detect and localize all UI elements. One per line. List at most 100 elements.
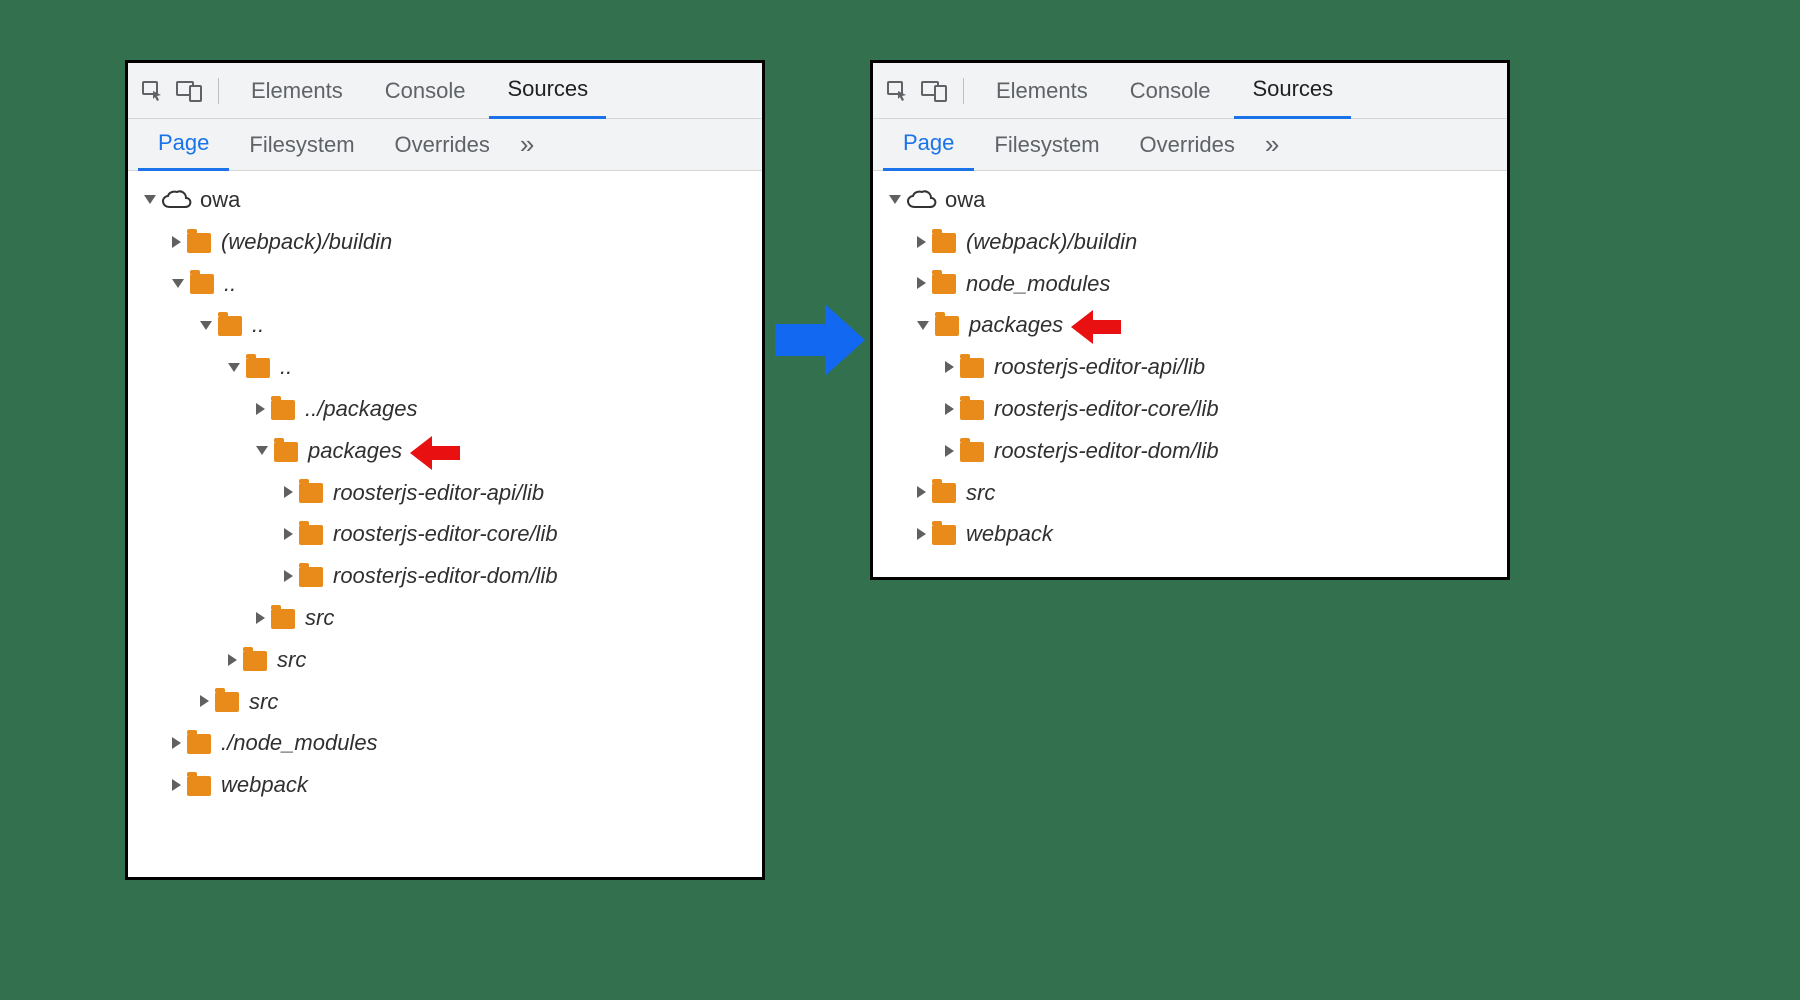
folder-icon — [932, 525, 956, 545]
tab-sources[interactable]: Sources — [489, 63, 606, 119]
tree-item[interactable]: webpack — [128, 764, 762, 806]
tab-sources[interactable]: Sources — [1234, 63, 1351, 119]
disclosure-right-icon[interactable] — [284, 528, 293, 540]
tree-item[interactable]: roosterjs-editor-api/lib — [128, 472, 762, 514]
tab-console[interactable]: Console — [367, 63, 484, 119]
subtab-overrides[interactable]: Overrides — [1120, 119, 1255, 171]
folder-icon — [299, 567, 323, 587]
disclosure-right-icon[interactable] — [284, 486, 293, 498]
folder-icon — [271, 609, 295, 629]
disclosure-right-icon[interactable] — [172, 779, 181, 791]
tree-item[interactable]: roosterjs-editor-dom/lib — [873, 430, 1507, 472]
more-tabs-icon[interactable]: » — [1255, 129, 1289, 160]
devtools-panel-after: Elements Console Sources Page Filesystem… — [870, 60, 1510, 580]
folder-icon — [299, 525, 323, 545]
disclosure-right-icon[interactable] — [228, 654, 237, 666]
disclosure-right-icon[interactable] — [172, 236, 181, 248]
inspect-icon[interactable] — [138, 76, 168, 106]
tree-root[interactable]: owa — [128, 179, 762, 221]
tree-item[interactable]: .. — [128, 263, 762, 305]
device-toggle-icon[interactable] — [174, 76, 204, 106]
device-toggle-icon[interactable] — [919, 76, 949, 106]
tree-item-label: packages — [308, 430, 402, 472]
tab-console[interactable]: Console — [1112, 63, 1229, 119]
tree-item[interactable]: (webpack)/buildin — [873, 221, 1507, 263]
folder-icon — [960, 442, 984, 462]
tree-item-label: ../packages — [305, 388, 418, 430]
tab-elements[interactable]: Elements — [978, 63, 1106, 119]
tree-item-label: roosterjs-editor-api/lib — [333, 472, 544, 514]
tree-item-label: roosterjs-editor-core/lib — [333, 513, 558, 555]
subtab-filesystem[interactable]: Filesystem — [974, 119, 1119, 171]
tree-item[interactable]: roosterjs-editor-core/lib — [128, 513, 762, 555]
disclosure-right-icon[interactable] — [172, 737, 181, 749]
subtab-filesystem[interactable]: Filesystem — [229, 119, 374, 171]
tree-item[interactable]: packages — [128, 430, 762, 472]
disclosure-right-icon[interactable] — [945, 361, 954, 373]
disclosure-down-icon[interactable] — [228, 363, 240, 372]
tree-item-label: src — [277, 639, 306, 681]
tree-item[interactable]: packages — [873, 304, 1507, 346]
tree-item[interactable]: webpack — [873, 513, 1507, 555]
folder-icon — [932, 483, 956, 503]
folder-icon — [218, 316, 242, 336]
disclosure-down-icon[interactable] — [889, 195, 901, 204]
tree-item[interactable]: node_modules — [873, 263, 1507, 305]
tree-item[interactable]: ../packages — [128, 388, 762, 430]
disclosure-down-icon[interactable] — [172, 279, 184, 288]
top-tabs-bar: Elements Console Sources — [128, 63, 762, 119]
cloud-icon — [907, 190, 937, 210]
folder-icon — [935, 316, 959, 336]
disclosure-right-icon[interactable] — [945, 445, 954, 457]
tree-item-label: roosterjs-editor-core/lib — [994, 388, 1219, 430]
disclosure-right-icon[interactable] — [945, 403, 954, 415]
more-tabs-icon[interactable]: » — [510, 129, 544, 160]
subtab-page[interactable]: Page — [138, 119, 229, 171]
tree-item-label: .. — [252, 304, 264, 346]
disclosure-right-icon[interactable] — [256, 612, 265, 624]
tab-elements[interactable]: Elements — [233, 63, 361, 119]
folder-icon — [246, 358, 270, 378]
disclosure-right-icon[interactable] — [200, 695, 209, 707]
tree-item[interactable]: src — [128, 681, 762, 723]
folder-icon — [299, 483, 323, 503]
tree-item[interactable]: .. — [128, 304, 762, 346]
tree-item-label: .. — [224, 263, 236, 305]
tree-item[interactable]: .. — [128, 346, 762, 388]
disclosure-right-icon[interactable] — [917, 528, 926, 540]
tree-item-label: (webpack)/buildin — [966, 221, 1137, 263]
tree-item[interactable]: (webpack)/buildin — [128, 221, 762, 263]
tree-root[interactable]: owa — [873, 179, 1507, 221]
disclosure-down-icon[interactable] — [917, 321, 929, 330]
disclosure-right-icon[interactable] — [917, 486, 926, 498]
disclosure-right-icon[interactable] — [284, 570, 293, 582]
tree-item-label: packages — [969, 304, 1063, 346]
inspect-icon[interactable] — [883, 76, 913, 106]
tree-item-label: (webpack)/buildin — [221, 221, 392, 263]
disclosure-down-icon[interactable] — [200, 321, 212, 330]
tree-item[interactable]: src — [873, 472, 1507, 514]
tree-item[interactable]: src — [128, 597, 762, 639]
folder-icon — [932, 274, 956, 294]
subtab-page[interactable]: Page — [883, 119, 974, 171]
disclosure-right-icon[interactable] — [917, 236, 926, 248]
tree-item-label: roosterjs-editor-dom/lib — [994, 430, 1219, 472]
subtab-overrides[interactable]: Overrides — [375, 119, 510, 171]
tree-item[interactable]: roosterjs-editor-dom/lib — [128, 555, 762, 597]
tree-item[interactable]: roosterjs-editor-api/lib — [873, 346, 1507, 388]
transition-arrow-icon — [775, 300, 865, 380]
tree-item-label: roosterjs-editor-dom/lib — [333, 555, 558, 597]
folder-icon — [190, 274, 214, 294]
tree-item-label: webpack — [221, 764, 308, 806]
folder-icon — [215, 692, 239, 712]
disclosure-down-icon[interactable] — [144, 195, 156, 204]
tree-item[interactable]: roosterjs-editor-core/lib — [873, 388, 1507, 430]
tree-item[interactable]: src — [128, 639, 762, 681]
tree-item-label: webpack — [966, 513, 1053, 555]
tree-item[interactable]: ./node_modules — [128, 722, 762, 764]
highlight-arrow-icon — [1071, 310, 1121, 340]
disclosure-right-icon[interactable] — [256, 403, 265, 415]
disclosure-right-icon[interactable] — [917, 277, 926, 289]
folder-icon — [274, 442, 298, 462]
disclosure-down-icon[interactable] — [256, 446, 268, 455]
